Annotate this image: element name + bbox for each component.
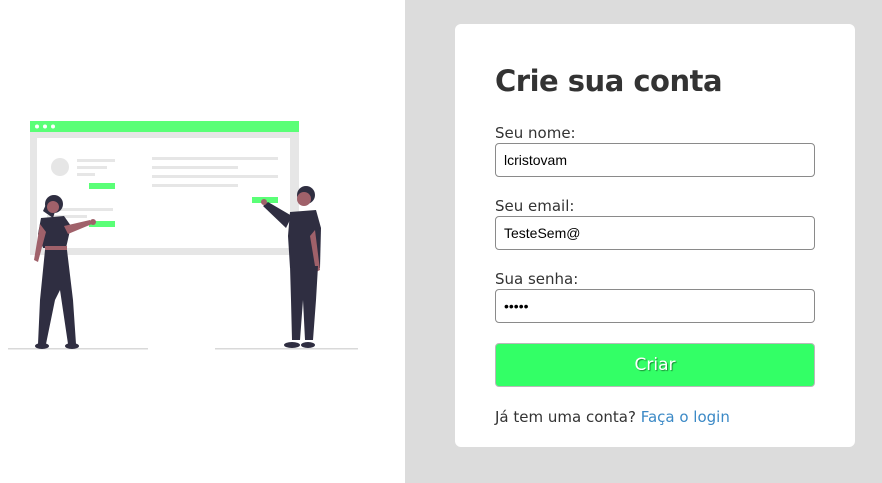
login-prompt: Já tem uma conta? Faça o login [495, 408, 730, 426]
email-field[interactable] [495, 216, 815, 250]
password-field[interactable] [495, 289, 815, 323]
create-account-button[interactable]: Criar [495, 343, 815, 387]
name-field[interactable] [495, 143, 815, 177]
illustration-pane [0, 0, 405, 483]
login-prompt-text: Já tem uma conta? [495, 408, 636, 426]
login-link[interactable]: Faça o login [641, 408, 730, 426]
email-label: Seu email: [495, 197, 575, 215]
signup-card: Crie sua conta Seu nome: Seu email: Sua … [455, 24, 855, 447]
page-title: Crie sua conta [495, 64, 723, 98]
password-label: Sua senha: [495, 270, 579, 288]
people-presenting-board-illustration [8, 121, 358, 350]
name-label: Seu nome: [495, 124, 576, 142]
